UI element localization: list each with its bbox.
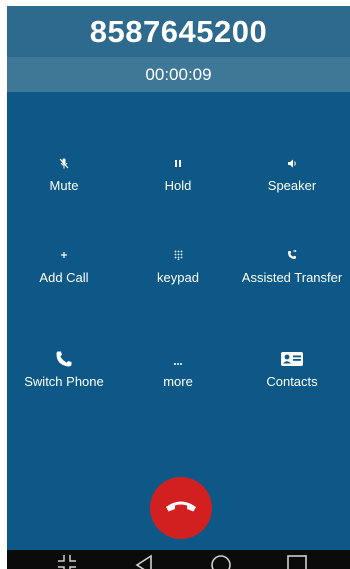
call-duration: 00:00:09: [145, 64, 212, 84]
collapse-button[interactable]: [52, 554, 82, 569]
assisted-transfer-label: Assisted Transfer: [241, 270, 343, 285]
recents-icon: [286, 554, 308, 569]
call-header: 8587645200: [7, 6, 350, 57]
assisted-transfer-button[interactable]: Assisted Transfer: [235, 244, 349, 285]
mute-label: Mute: [49, 178, 79, 193]
contacts-label: Contacts: [266, 374, 318, 389]
keypad-button[interactable]: keypad: [121, 244, 235, 285]
plus-icon: [60, 244, 68, 266]
more-button[interactable]: more: [121, 348, 235, 389]
phone-icon: [55, 348, 73, 370]
hold-label: Hold: [164, 178, 192, 193]
recents-button[interactable]: [282, 554, 312, 569]
contact-card-icon: [280, 348, 304, 370]
switch-phone-button[interactable]: Switch Phone: [7, 348, 121, 389]
back-icon: [134, 554, 154, 569]
speaker-button[interactable]: Speaker: [235, 152, 349, 193]
mic-off-icon: [59, 152, 69, 174]
call-screen: 8587645200 00:00:09 Mute Hold Speaker Ad…: [7, 6, 350, 569]
pause-icon: [174, 152, 182, 174]
add-call-button[interactable]: Add Call: [7, 244, 121, 285]
home-icon: [210, 554, 232, 569]
phone-hangup-icon: [165, 499, 197, 518]
phone-number: 8587645200: [89, 13, 268, 49]
phone-forward-icon: [287, 244, 297, 266]
keypad-label: keypad: [157, 270, 199, 285]
end-call-button[interactable]: [150, 477, 212, 539]
dialpad-icon: [174, 244, 183, 266]
call-actions-panel: Mute Hold Speaker Add Call keypad Assist…: [7, 92, 350, 550]
speaker-icon: [287, 152, 297, 174]
mute-button[interactable]: Mute: [7, 152, 121, 193]
switch-phone-label: Switch Phone: [24, 374, 104, 389]
back-button[interactable]: [129, 554, 159, 569]
more-label: more: [163, 374, 193, 389]
hold-button[interactable]: Hold: [121, 152, 235, 193]
add-call-label: Add Call: [39, 270, 89, 285]
more-dots-icon: [173, 348, 183, 370]
speaker-label: Speaker: [267, 178, 317, 193]
contacts-button[interactable]: Contacts: [235, 348, 349, 389]
system-navigation-bar: [7, 550, 350, 569]
call-timer-bar: 00:00:09: [7, 57, 350, 92]
collapse-icon: [57, 554, 77, 569]
home-button[interactable]: [206, 554, 236, 569]
